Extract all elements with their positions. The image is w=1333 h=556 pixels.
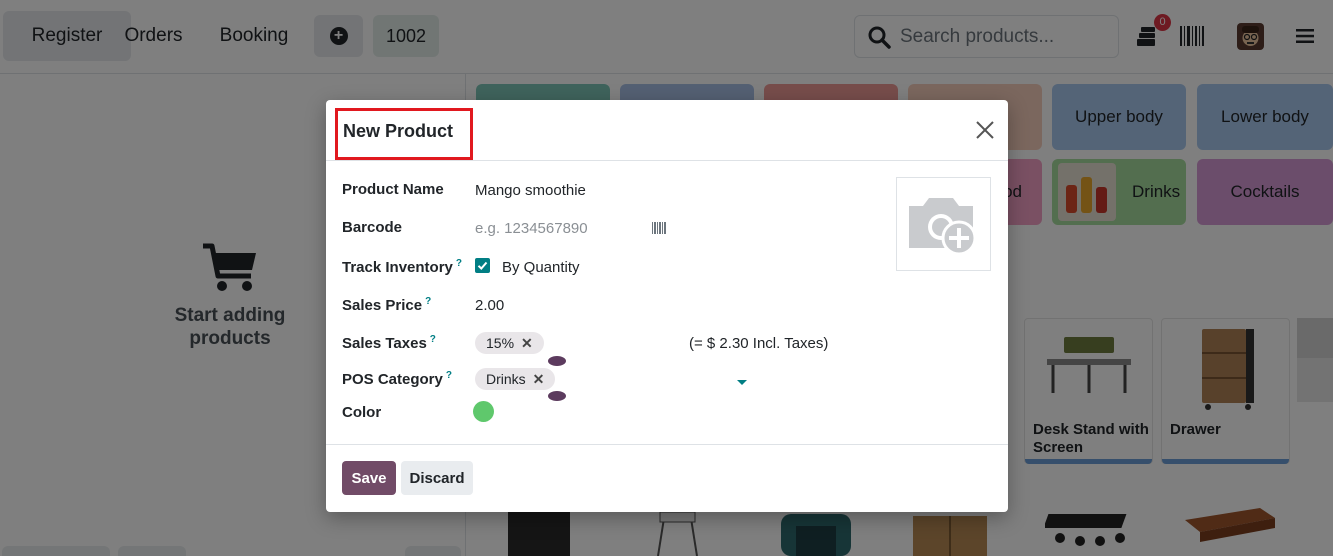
remove-tag-icon[interactable]: ✕ <box>533 371 545 388</box>
sales-taxes-label: Sales Taxes? <box>342 334 436 352</box>
resize-handle-icon[interactable] <box>548 356 566 366</box>
help-icon[interactable]: ? <box>430 334 436 345</box>
remove-tag-icon[interactable]: ✕ <box>521 335 533 352</box>
checkmark-icon <box>477 261 488 270</box>
barcode-field-wrap <box>475 220 645 237</box>
resize-handle-icon[interactable] <box>548 391 566 401</box>
sales-price-label: Sales Price? <box>342 296 431 314</box>
track-inventory-label: Track Inventory? <box>342 258 462 276</box>
product-name-field[interactable]: Mango smoothie <box>475 182 586 199</box>
help-icon[interactable]: ? <box>456 258 462 269</box>
tax-tag-label: 15% <box>486 335 515 351</box>
title-highlight-box <box>335 108 473 160</box>
help-icon[interactable]: ? <box>425 296 431 307</box>
color-label: Color <box>342 404 382 421</box>
barcode-label: Barcode <box>342 219 403 236</box>
camera-add-icon <box>909 198 977 256</box>
sales-price-label-text: Sales Price <box>342 297 423 314</box>
color-swatch[interactable] <box>473 401 494 422</box>
pos-category-label-text: POS Category <box>342 371 443 388</box>
sales-taxes-label-text: Sales Taxes <box>342 335 427 352</box>
dialog-header: New Product <box>326 100 1008 161</box>
help-icon[interactable]: ? <box>446 370 452 381</box>
tax-tag: 15% ✕ <box>475 332 544 354</box>
track-inventory-label-text: Track Inventory <box>342 259 453 276</box>
barcode-input[interactable] <box>475 220 645 237</box>
discard-button[interactable]: Discard <box>401 461 473 495</box>
track-inventory-checkbox[interactable] <box>475 258 490 273</box>
track-inventory-option[interactable]: By Quantity <box>502 259 580 276</box>
new-product-dialog: New Product Product Name Mango smoothie … <box>326 100 1008 512</box>
product-name-label: Product Name <box>342 181 444 198</box>
close-icon[interactable] <box>974 119 996 141</box>
incl-taxes-text: (= $ 2.30 Incl. Taxes) <box>689 335 829 352</box>
pos-category-tag: Drinks ✕ <box>475 368 556 390</box>
save-button[interactable]: Save <box>342 461 396 495</box>
dialog-footer-divider <box>326 444 1008 445</box>
image-upload[interactable] <box>896 177 991 271</box>
barcode-icon[interactable] <box>652 222 667 234</box>
sales-price-field[interactable]: 2.00 <box>475 297 504 314</box>
pos-category-tag-label: Drinks <box>486 371 526 387</box>
pos-category-label: POS Category? <box>342 370 452 388</box>
chevron-down-icon[interactable] <box>737 380 747 385</box>
